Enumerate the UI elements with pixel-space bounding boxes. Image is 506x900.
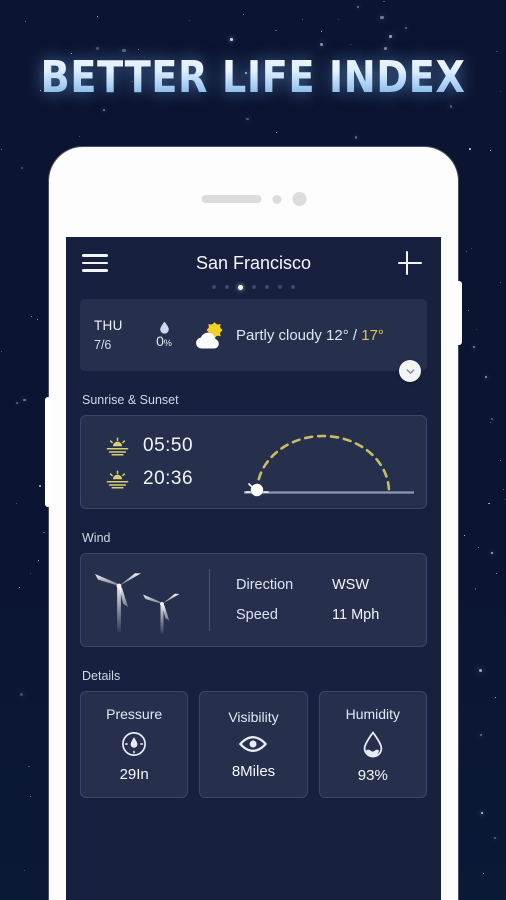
front-camera-icon <box>292 192 306 206</box>
humidity-value: 93% <box>357 766 388 784</box>
wind-speed-row: Speed 11 Mph <box>236 600 404 630</box>
wind-speed-value: 11 Mph <box>332 607 380 623</box>
wind-direction-label: Direction <box>236 577 294 593</box>
forecast-day-block: THU 7/6 <box>94 318 142 352</box>
wind-panel[interactable]: Direction WSW Speed 11 Mph <box>80 553 427 647</box>
sunset-icon <box>105 469 130 489</box>
sun-behind-cloud-icon <box>186 318 234 352</box>
detail-card-visibility[interactable]: Visibility 8Miles <box>199 691 308 798</box>
humidity-title: Humidity <box>345 705 401 722</box>
sunrise-sunset-panel[interactable]: 05:50 20:36 <box>80 415 427 509</box>
forecast-weekday: THU <box>94 318 123 333</box>
power-button[interactable] <box>455 281 462 345</box>
forecast-condition: Partly cloudy 12° / 17° <box>236 326 384 344</box>
forecast-row[interactable]: THU 7/6 0% Partly cloudy 12° / 17° <box>80 299 427 371</box>
details-label: Details <box>82 669 121 683</box>
pressure-gauge-icon <box>121 731 147 757</box>
wind-speed-label: Speed <box>236 607 278 623</box>
water-drop-icon <box>362 730 384 758</box>
forecast-date: 7/6 <box>94 338 112 352</box>
wind-turbine-icon <box>81 560 209 640</box>
poster-title: BETTER LIFE INDEX <box>8 52 499 103</box>
phone-top-hardware <box>201 192 306 206</box>
forecast-low: 12° <box>326 326 349 344</box>
app-bar: San Francisco <box>66 237 441 289</box>
precipitation-value: 0% <box>156 333 172 349</box>
sun-path-arc <box>231 424 426 500</box>
visibility-title: Visibility <box>228 709 279 725</box>
forecast-separator: / <box>352 326 358 344</box>
forecast-precipitation: 0% <box>142 321 186 349</box>
pressure-value: 29In <box>119 766 149 783</box>
pressure-title: Pressure <box>106 706 163 722</box>
phone-mockup: San Francisco THU 7/6 0% Partly cloudy 1… <box>45 147 462 900</box>
proximity-sensor-icon <box>272 194 281 204</box>
app-screen: San Francisco THU 7/6 0% Partly cloudy 1… <box>66 237 441 900</box>
sunrise-time: 05:50 <box>143 434 194 456</box>
sunrise-sunset-label: Sunrise & Sunset <box>82 393 179 407</box>
sunrise-row: 05:50 <box>105 429 231 462</box>
wind-readings: Direction WSW Speed 11 Mph <box>210 570 426 630</box>
sunset-row: 20:36 <box>105 462 231 495</box>
sunset-time: 20:36 <box>143 467 194 489</box>
speaker-grille-icon <box>201 195 261 203</box>
forecast-high: 17° <box>361 326 384 344</box>
wind-direction-value: WSW <box>332 577 370 593</box>
details-cards: Pressure 29In Visibility 8Miles Humidity… <box>80 691 427 798</box>
hamburger-menu-icon[interactable] <box>82 248 112 278</box>
sunrise-icon <box>105 436 130 456</box>
eye-icon <box>238 734 268 754</box>
sun-times-list: 05:50 20:36 <box>81 429 231 495</box>
page-title: San Francisco <box>195 252 312 273</box>
forecast-section: THU 7/6 0% Partly cloudy 12° / 17° <box>66 290 441 382</box>
wind-direction-row: Direction WSW <box>236 570 404 600</box>
visibility-value: 8Miles <box>231 763 276 780</box>
chevron-down-icon[interactable] <box>399 360 421 382</box>
detail-card-humidity[interactable]: Humidity 93% <box>318 691 427 798</box>
volume-rocker-button[interactable] <box>45 397 52 507</box>
detail-card-pressure[interactable]: Pressure 29In <box>80 691 189 798</box>
wind-label: Wind <box>82 531 111 545</box>
plus-icon[interactable] <box>395 248 425 278</box>
